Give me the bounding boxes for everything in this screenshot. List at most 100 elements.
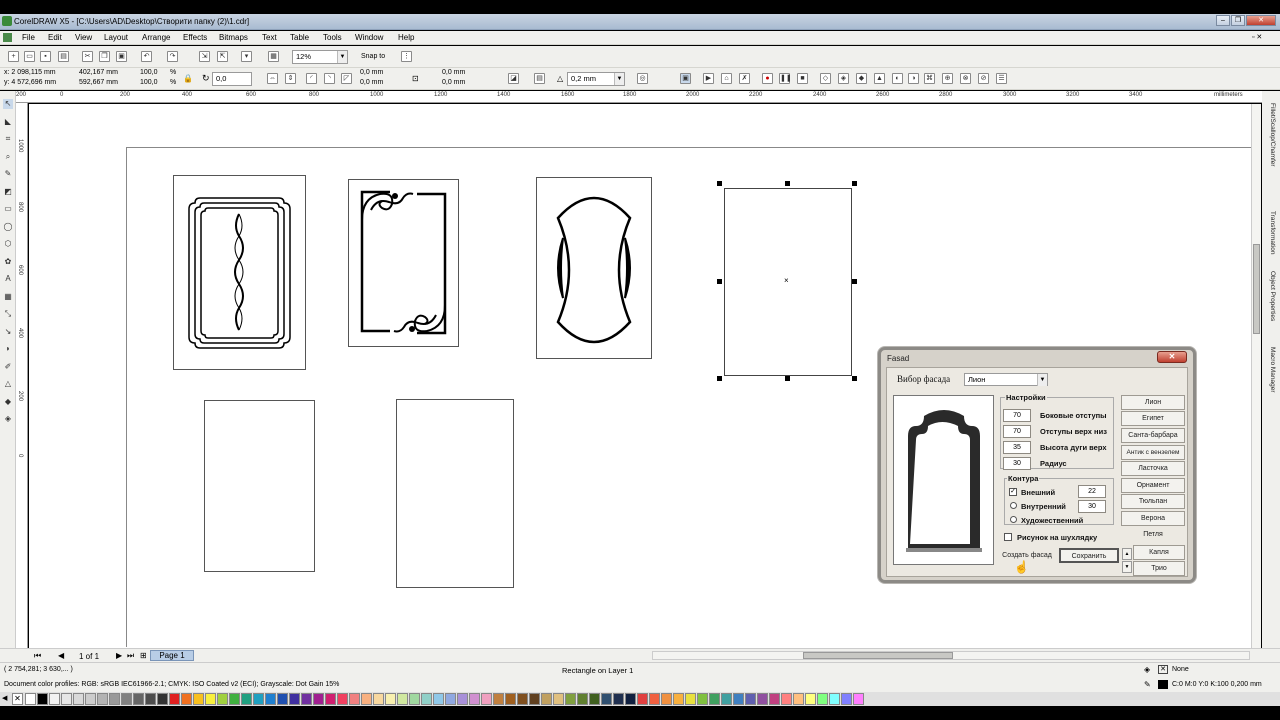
selection-handle[interactable]	[785, 181, 790, 186]
color-swatch[interactable]	[529, 693, 540, 705]
color-swatch[interactable]	[685, 693, 696, 705]
menu-edit[interactable]: Edit	[48, 33, 62, 42]
macro-tool-2-icon[interactable]: ✗	[739, 73, 750, 84]
docker-tab-fillet[interactable]: Fillet/Scallop/Chamfer	[1266, 103, 1276, 167]
restore-button[interactable]: ❐	[1231, 15, 1245, 26]
color-swatch[interactable]	[697, 693, 708, 705]
zoom-level-select[interactable]: 12% ▼	[292, 50, 348, 64]
ellipse-tool-icon[interactable]: ◯	[3, 222, 13, 232]
color-swatch[interactable]	[49, 693, 60, 705]
color-swatch[interactable]	[733, 693, 744, 705]
doc-restore-icon[interactable]: ▫ ✕	[1252, 33, 1262, 41]
color-swatch[interactable]	[385, 693, 396, 705]
color-swatch[interactable]	[325, 693, 336, 705]
prev-page-icon[interactable]: ◀	[58, 651, 64, 660]
fill-tool-icon[interactable]: ◆	[3, 397, 13, 407]
mirror-h-icon[interactable]: ⇔	[267, 73, 278, 84]
scroll-thumb[interactable]	[1253, 244, 1260, 334]
macro-tool-1-icon[interactable]: ⌂	[721, 73, 732, 84]
color-swatch[interactable]	[721, 693, 732, 705]
save-icon[interactable]: ▪	[40, 51, 51, 62]
connector-tool-icon[interactable]: ↘	[3, 327, 13, 337]
lock-ratio-icon[interactable]: 🔒	[183, 74, 193, 83]
color-swatch[interactable]	[421, 693, 432, 705]
menu-effects[interactable]: Effects	[183, 33, 207, 42]
color-swatch[interactable]	[481, 693, 492, 705]
dialog-close-button[interactable]: ✕	[1157, 351, 1187, 363]
color-swatch[interactable]	[97, 693, 108, 705]
color-swatch[interactable]	[781, 693, 792, 705]
color-profiles-info[interactable]: Document color profiles: RGB: sRGB IEC61…	[4, 681, 339, 688]
facade-list-item[interactable]: Антик с вензелем	[1121, 445, 1185, 460]
pick-tool-icon[interactable]: ↖	[3, 99, 13, 109]
print-icon[interactable]: ▤	[58, 51, 69, 62]
color-swatch[interactable]	[829, 693, 840, 705]
macro-tool-6-icon[interactable]: ▲	[874, 73, 885, 84]
basic-shapes-icon[interactable]: ✿	[3, 257, 13, 267]
menu-bitmaps[interactable]: Bitmaps	[219, 33, 248, 42]
color-swatch[interactable]	[793, 693, 804, 705]
color-swatch[interactable]	[517, 693, 528, 705]
cut-icon[interactable]: ✂	[82, 51, 93, 62]
facade-list-item[interactable]: Лион	[1121, 395, 1185, 410]
rectangle-tool-icon[interactable]: ▭	[3, 204, 13, 214]
no-color-swatch[interactable]: ✕	[12, 693, 23, 705]
eyedropper-tool-icon[interactable]: ✐	[3, 362, 13, 372]
freehand-tool-icon[interactable]: ✎	[3, 169, 13, 179]
minimize-button[interactable]: –	[1216, 15, 1230, 26]
color-swatch[interactable]	[469, 693, 480, 705]
dimension-tool-icon[interactable]: ⤡	[3, 309, 13, 319]
y-position[interactable]: y: 4 572,696 mm	[4, 79, 56, 86]
vertical-scrollbar[interactable]	[1251, 104, 1261, 648]
docker-tab-transformation[interactable]: Transformation	[1266, 211, 1276, 254]
import-icon[interactable]: ⇲	[199, 51, 210, 62]
macro-tool-10-icon[interactable]: ⊕	[942, 73, 953, 84]
macro-tool-8-icon[interactable]: ◑	[908, 73, 919, 84]
macro-tool-7-icon[interactable]: ◐	[892, 73, 903, 84]
crop-tool-icon[interactable]: ⌗	[3, 134, 13, 144]
facade-select[interactable]: Лион ▼	[964, 373, 1048, 386]
inner-contour-radio[interactable]	[1010, 502, 1017, 509]
undo-icon[interactable]: ↶	[141, 51, 152, 62]
color-swatch[interactable]	[673, 693, 684, 705]
color-swatch[interactable]	[289, 693, 300, 705]
artistic-contour-radio[interactable]	[1010, 516, 1017, 523]
color-swatch[interactable]	[493, 693, 504, 705]
vertical-ruler[interactable]: 1000 800 600 400 200 0	[16, 103, 28, 648]
color-swatch[interactable]	[853, 693, 864, 705]
color-swatch[interactable]	[577, 693, 588, 705]
color-swatch[interactable]	[445, 693, 456, 705]
color-swatch[interactable]	[109, 693, 120, 705]
menu-file[interactable]: File	[22, 33, 35, 42]
smart-fill-icon[interactable]: ◩	[3, 187, 13, 197]
interactive-fill-icon[interactable]: ◈	[3, 414, 13, 424]
corner-3[interactable]: 0,0 mm	[442, 69, 465, 76]
height-field[interactable]: 592,667 mm	[79, 79, 118, 86]
outer-contour-value[interactable]: 22	[1078, 485, 1106, 498]
next-page-icon[interactable]: ▶	[116, 651, 122, 660]
color-swatch[interactable]	[313, 693, 324, 705]
macro-tool-3-icon[interactable]: ◇	[820, 73, 831, 84]
copy-icon[interactable]: ❐	[99, 51, 110, 62]
facade-list-item[interactable]: Трио	[1133, 561, 1185, 576]
color-swatch[interactable]	[757, 693, 768, 705]
macro-icon[interactable]: ▣	[680, 73, 691, 84]
facade-list-item[interactable]: Орнамент	[1121, 478, 1185, 493]
list-scroll-down-icon[interactable]: ▼	[1122, 561, 1132, 573]
corner-scallop-icon[interactable]: ◝	[324, 73, 335, 84]
facade-list-item[interactable]: Верона	[1121, 511, 1185, 526]
color-swatch[interactable]	[301, 693, 312, 705]
first-page-icon[interactable]: ⏮	[34, 651, 41, 661]
page-tab[interactable]: Page 1	[150, 650, 194, 661]
x-position[interactable]: x: 2 098,115 mm	[4, 69, 56, 76]
color-swatch[interactable]	[157, 693, 168, 705]
color-swatch[interactable]	[625, 693, 636, 705]
facade-list-item[interactable]: Санта-барбара	[1121, 428, 1185, 443]
color-swatch[interactable]	[85, 693, 96, 705]
color-swatch[interactable]	[601, 693, 612, 705]
shape-tool-icon[interactable]: ◣	[3, 117, 13, 127]
corner-round-icon[interactable]: ◜	[306, 73, 317, 84]
menu-layout[interactable]: Layout	[104, 33, 128, 42]
macro-tool-4-icon[interactable]: ◈	[838, 73, 849, 84]
corner-4[interactable]: 0,0 mm	[442, 79, 465, 86]
